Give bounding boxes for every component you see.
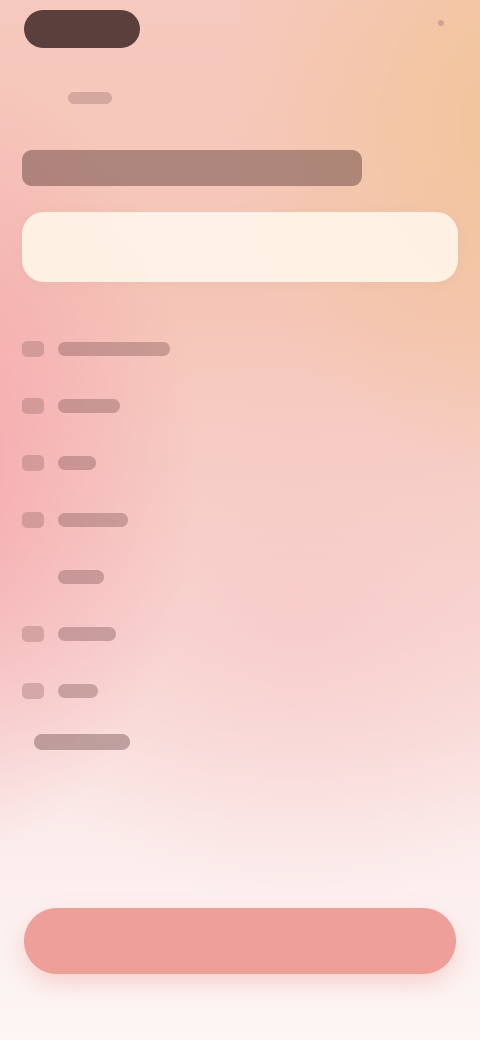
option-label (58, 569, 104, 584)
search-input[interactable] (22, 212, 458, 282)
top-right-control[interactable] (438, 20, 452, 26)
option-label (58, 512, 128, 527)
option-label (58, 683, 98, 698)
primary-action-button[interactable] (24, 908, 456, 974)
sub-label (68, 92, 112, 104)
extra-option[interactable] (34, 734, 130, 750)
option-icon (22, 511, 44, 528)
dot-icon (438, 20, 444, 26)
option-item[interactable] (22, 548, 322, 605)
option-item[interactable] (22, 491, 322, 548)
option-label (58, 626, 116, 641)
option-label (58, 341, 170, 356)
option-icon (22, 625, 44, 642)
option-label (58, 398, 120, 413)
option-icon (22, 454, 44, 471)
option-icon (22, 682, 44, 699)
option-item[interactable] (22, 662, 322, 719)
top-pill-button[interactable] (24, 10, 140, 48)
option-item[interactable] (22, 434, 322, 491)
option-item[interactable] (22, 605, 322, 662)
option-icon (22, 340, 44, 357)
option-icon (22, 397, 44, 414)
option-list (22, 320, 322, 719)
option-item[interactable] (22, 377, 322, 434)
option-icon (22, 569, 44, 585)
option-item[interactable] (22, 320, 322, 377)
page-title (22, 150, 362, 186)
option-label (58, 455, 96, 470)
